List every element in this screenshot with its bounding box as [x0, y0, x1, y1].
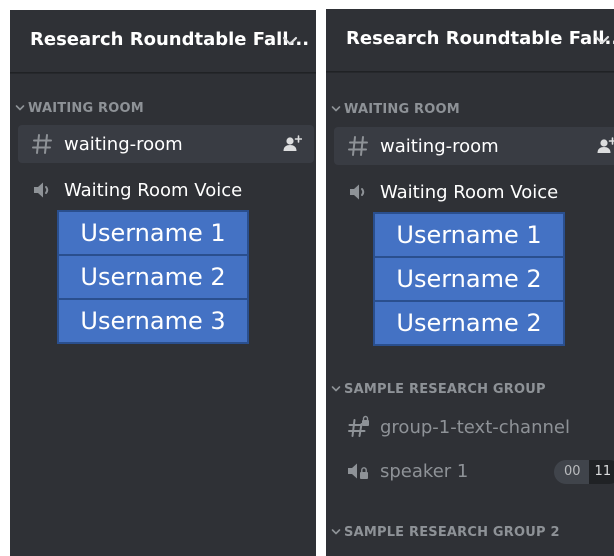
user-limit: 11	[588, 460, 614, 484]
channel-sidebar-right: Research Roundtable Fall... WAITING ROOM…	[326, 9, 614, 556]
speaker-icon	[350, 184, 365, 200]
user-limit-badge: 00 11	[554, 460, 614, 484]
add-member-icon[interactable]	[282, 135, 302, 153]
locked-speaker-icon	[348, 463, 368, 479]
chevron-down-icon[interactable]	[594, 34, 610, 46]
channel-waiting-room-voice[interactable]: Waiting Room Voice	[334, 173, 614, 211]
channel-label: waiting-room	[380, 135, 499, 157]
channel-label: Waiting Room Voice	[64, 179, 243, 201]
channel-label: speaker 1	[380, 460, 469, 482]
category-label: WAITING ROOM	[28, 100, 144, 116]
voice-user[interactable]: Username 2	[374, 257, 564, 301]
channel-waiting-room[interactable]: waiting-room	[18, 125, 314, 163]
channel-waiting-room[interactable]: waiting-room	[334, 127, 614, 165]
category-sample-research-group-2[interactable]: SAMPLE RESEARCH GROUP 2	[330, 522, 560, 542]
chevron-down-icon	[331, 529, 341, 535]
hash-icon	[32, 134, 52, 154]
category-waiting-room[interactable]: WAITING ROOM	[14, 98, 144, 118]
channel-sidebar-left: Research Roundtable Fall... WAITING ROOM…	[10, 10, 316, 556]
voice-user[interactable]: Username 2	[58, 255, 248, 299]
channel-label: waiting-room	[64, 133, 183, 155]
channel-group-1-text-channel[interactable]: group-1-text-channel	[334, 408, 614, 446]
category-sample-research-group[interactable]: SAMPLE RESEARCH GROUP	[330, 379, 546, 399]
chevron-down-icon[interactable]	[282, 35, 298, 47]
channel-label: group-1-text-channel	[380, 416, 570, 438]
chevron-down-icon	[15, 105, 25, 111]
server-header[interactable]: Research Roundtable Fall...	[326, 9, 614, 72]
voice-user-list: Username 1 Username 2 Username 3	[57, 210, 249, 344]
category-label: WAITING ROOM	[344, 101, 460, 117]
chevron-down-icon	[331, 106, 341, 112]
server-name: Research Roundtable Fall...	[30, 29, 310, 50]
category-label: SAMPLE RESEARCH GROUP	[344, 381, 546, 397]
speaker-icon	[34, 182, 49, 198]
voice-user-list: Username 1 Username 2 Username 2	[373, 212, 565, 346]
server-name: Research Roundtable Fall...	[346, 28, 614, 49]
voice-user[interactable]: Username 2	[374, 301, 564, 345]
channel-label: Waiting Room Voice	[380, 181, 559, 203]
user-count: 00	[554, 460, 589, 484]
server-header[interactable]: Research Roundtable Fall...	[10, 10, 316, 73]
voice-user[interactable]: Username 1	[58, 211, 248, 255]
voice-user[interactable]: Username 1	[374, 213, 564, 257]
add-member-icon[interactable]	[596, 137, 614, 155]
channel-speaker-1[interactable]: speaker 1 00 11	[334, 452, 614, 490]
category-waiting-room[interactable]: WAITING ROOM	[330, 99, 460, 119]
hash-icon	[348, 136, 368, 156]
channel-waiting-room-voice[interactable]: Waiting Room Voice	[18, 171, 314, 209]
locked-hash-icon	[348, 415, 369, 437]
voice-user[interactable]: Username 3	[58, 299, 248, 343]
chevron-down-icon	[331, 386, 341, 392]
category-label: SAMPLE RESEARCH GROUP 2	[344, 524, 560, 540]
